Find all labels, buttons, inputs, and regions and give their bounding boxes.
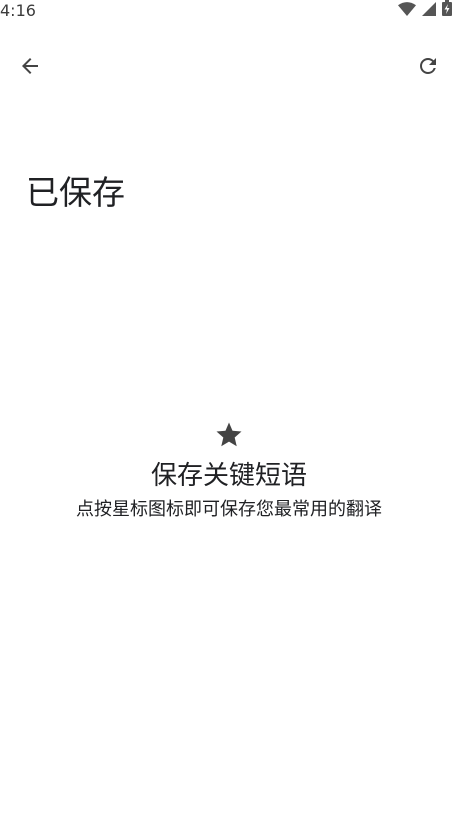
signal-icon xyxy=(422,1,436,20)
empty-state-subtitle: 点按星标图标即可保存您最常用的翻译 xyxy=(76,499,382,520)
status-time: 4:16 xyxy=(0,1,36,20)
battery-charging-icon xyxy=(442,0,452,20)
screen: 4:16 已保存 保存关键短语 点按星标图标即可保存您最常用的翻译 xyxy=(0,0,458,820)
empty-state: 保存关键短语 点按星标图标即可保存您最常用的翻译 xyxy=(0,420,458,522)
refresh-button[interactable] xyxy=(408,48,448,88)
app-bar xyxy=(0,40,458,96)
status-icons xyxy=(398,0,452,20)
empty-state-title: 保存关键短语 xyxy=(150,461,307,491)
wifi-icon xyxy=(398,1,416,20)
page-title: 已保存 xyxy=(26,173,125,212)
status-bar: 4:16 xyxy=(0,0,458,22)
back-button[interactable] xyxy=(10,48,50,88)
arrow-back-icon xyxy=(18,54,42,82)
star-icon xyxy=(0,420,458,450)
refresh-icon xyxy=(416,54,440,82)
